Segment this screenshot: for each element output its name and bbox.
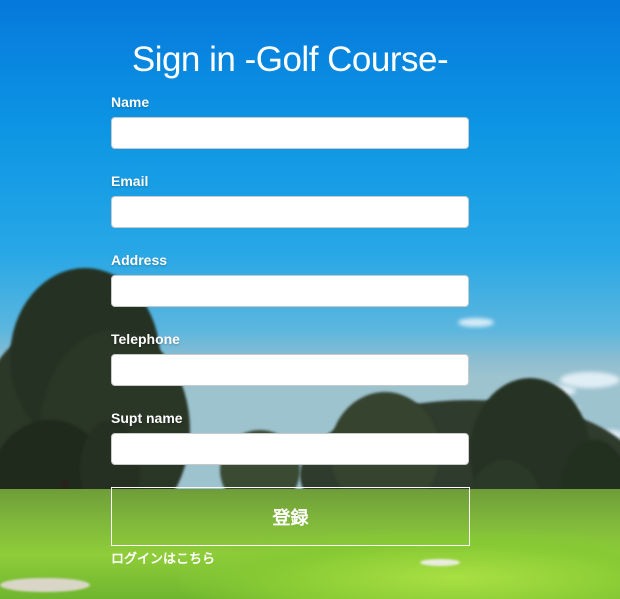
address-input[interactable] (111, 275, 469, 307)
register-button[interactable]: 登録 (111, 487, 470, 546)
page-title: Sign in -Golf Course- (131, 40, 449, 79)
name-input[interactable] (111, 117, 469, 149)
email-label: Email (111, 173, 149, 189)
address-label: Address (111, 252, 168, 268)
telephone-label: Telephone (111, 331, 180, 347)
supt-name-label: Supt name (111, 410, 183, 426)
telephone-input[interactable] (111, 354, 469, 386)
signup-page: Sign in -Golf Course- Name Email Address… (0, 0, 620, 599)
email-input[interactable] (111, 196, 469, 228)
supt-name-input[interactable] (111, 433, 469, 465)
login-link[interactable]: ログインはこちら (111, 548, 215, 567)
name-label: Name (111, 94, 150, 110)
